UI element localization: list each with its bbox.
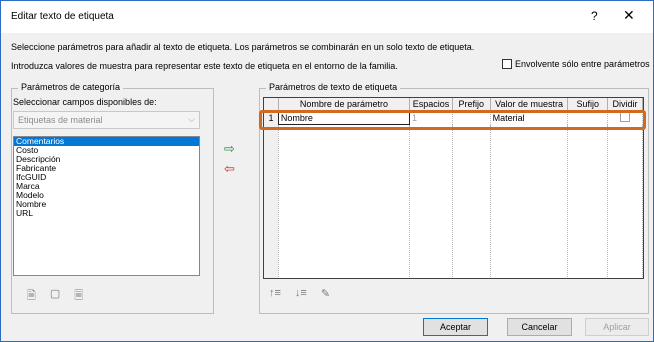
edit-label-dialog: Editar texto de etiqueta ? ✕ Seleccione … <box>0 0 654 342</box>
edit-parameter-icon[interactable]: ▢ <box>50 287 60 306</box>
title-bar: Editar texto de etiqueta ? ✕ <box>1 1 653 33</box>
category-combo[interactable]: Etiquetas de material ⌵ <box>13 111 200 129</box>
wrap-between-parameters-option[interactable]: Envolvente sólo entre parámetros <box>502 59 650 69</box>
list-item[interactable]: Nombre <box>14 200 199 209</box>
category-combo-value: Etiquetas de material <box>18 115 103 125</box>
select-fields-label: Seleccionar campos disponibles de: <box>13 97 157 107</box>
column-header[interactable]: Prefijo <box>452 98 491 111</box>
empty-rows <box>264 124 643 278</box>
arrow-right-icon[interactable]: ⇨ <box>224 141 235 157</box>
instruction-text-1: Seleccione parámetros para añadir al tex… <box>11 42 475 52</box>
category-toolbar: 🗎 ▢ 🗏 <box>27 287 83 306</box>
new-parameter-icon[interactable]: 🗎 <box>27 287 36 306</box>
window-title: Editar texto de etiqueta <box>11 11 114 22</box>
list-item[interactable]: IfcGUID <box>14 173 199 182</box>
instruction-text-2: Introduzca valores de muestra para repre… <box>11 61 398 71</box>
move-up-icon[interactable]: ↑≡ <box>269 287 281 300</box>
list-item[interactable]: URL <box>14 209 199 218</box>
cancel-button[interactable]: Cancelar <box>507 318 572 336</box>
wrap-checkbox-label: Envolvente sólo entre parámetros <box>515 59 650 69</box>
chevron-down-icon: ⌵ <box>188 114 195 124</box>
column-header[interactable]: Espacios <box>409 98 453 111</box>
label-group-title: Parámetros de texto de etiqueta <box>266 82 401 92</box>
category-group-title: Parámetros de categoría <box>18 82 124 92</box>
column-header[interactable]: Nombre de parámetro <box>278 98 411 111</box>
close-icon[interactable]: ✕ <box>623 7 635 24</box>
label-toolbar: ↑≡ ↓≡ ✎ <box>269 287 330 300</box>
apply-button[interactable]: Aplicar <box>585 318 649 336</box>
format-icon[interactable]: ✎ <box>321 287 330 300</box>
column-header[interactable]: Valor de muestra <box>490 98 569 111</box>
wrap-checkbox[interactable] <box>502 59 512 69</box>
ok-button[interactable]: Aceptar <box>423 318 488 336</box>
column-header[interactable]: Dividir <box>607 98 643 111</box>
arrow-left-icon[interactable]: ⇦ <box>224 161 235 177</box>
table-header: Nombre de parámetro Espacios Prefijo Val… <box>264 98 643 111</box>
move-down-icon[interactable]: ↓≡ <box>295 287 307 300</box>
help-icon[interactable]: ? <box>591 9 598 23</box>
available-fields-list[interactable]: Comentarios Costo Descripción Fabricante… <box>13 136 200 276</box>
column-header[interactable]: Sufijo <box>567 98 609 111</box>
list-item[interactable]: Comentarios <box>14 137 199 146</box>
row-highlight-annotation <box>259 110 646 130</box>
add-parameter-icon[interactable]: 🗏 <box>74 287 83 306</box>
